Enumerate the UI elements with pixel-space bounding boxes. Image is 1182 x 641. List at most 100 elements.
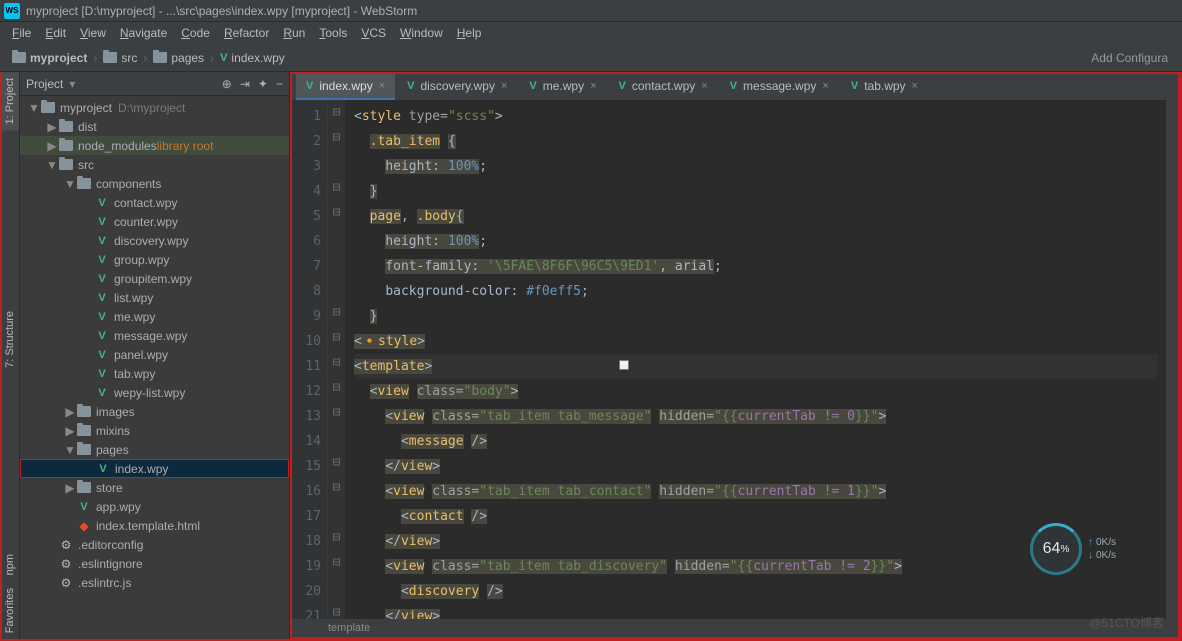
code-line[interactable]: height: 100%; [354, 154, 1158, 179]
tree-twisty[interactable]: ▶ [64, 481, 76, 495]
menu-help[interactable]: Help [451, 24, 488, 42]
menu-tools[interactable]: Tools [313, 24, 353, 42]
code-line[interactable]: } [354, 304, 1158, 329]
tree-row[interactable]: ⚙.eslintrc.js [20, 573, 289, 592]
editor-tab[interactable]: Vcontact.wpy× [609, 74, 718, 100]
editor-tab[interactable]: Vdiscovery.wpy× [397, 74, 517, 100]
tree-row[interactable]: ▼pages [20, 440, 289, 459]
code-line[interactable]: font-family: '\5FAE\8F6F\96C5\9ED1', ari… [354, 254, 1158, 279]
tool----structure[interactable]: 7: Structure [2, 305, 19, 374]
tree-row[interactable]: Vgroupitem.wpy [20, 269, 289, 288]
close-icon[interactable]: × [501, 80, 507, 92]
add-configuration-button[interactable]: Add Configura [1091, 51, 1172, 65]
code-line[interactable]: </view> [354, 604, 1158, 619]
crumb-pages[interactable]: pages [151, 51, 206, 65]
tree-row[interactable]: Vapp.wpy [20, 497, 289, 516]
editor-tab[interactable]: Vindex.wpy× [296, 74, 395, 100]
code-line[interactable]: </view> [354, 454, 1158, 479]
tree-row[interactable]: ▼myprojectD:\myproject [20, 98, 289, 117]
tree-row[interactable]: Vmessage.wpy [20, 326, 289, 345]
vue-icon: V [98, 216, 105, 228]
tree-row[interactable]: Vpanel.wpy [20, 345, 289, 364]
code-line[interactable]: <template> [354, 354, 1158, 379]
editor-tab[interactable]: Vme.wpy× [519, 74, 606, 100]
tree-row[interactable]: Vcounter.wpy [20, 212, 289, 231]
code-line[interactable]: <message /> [354, 429, 1158, 454]
perf-widget[interactable]: 64% 0K/s 0K/s [1030, 521, 1160, 577]
tree-row[interactable]: ▼components [20, 174, 289, 193]
tree-row[interactable]: Vcontact.wpy [20, 193, 289, 212]
menu-view[interactable]: View [74, 24, 112, 42]
tree-twisty[interactable]: ▶ [46, 139, 58, 153]
editor-breadcrumb[interactable]: template [292, 619, 1178, 637]
tree-row[interactable]: ◆index.template.html [20, 516, 289, 535]
code-line[interactable]: background-color: #f0eff5; [354, 279, 1158, 304]
tree-row[interactable]: ▶dist [20, 117, 289, 136]
crumb-project[interactable]: myproject [10, 51, 89, 65]
tree-row[interactable]: Vlist.wpy [20, 288, 289, 307]
tree-row[interactable]: ▼src [20, 155, 289, 174]
code-line[interactable]: <🔸style> [354, 329, 1158, 354]
menu-code[interactable]: Code [175, 24, 216, 42]
tree-row[interactable]: Vindex.wpy [20, 459, 289, 478]
tool-npm[interactable]: npm [2, 548, 19, 581]
tree-twisty[interactable]: ▼ [64, 177, 76, 191]
tree-row[interactable]: Vdiscovery.wpy [20, 231, 289, 250]
tree-row[interactable]: ▶images [20, 402, 289, 421]
tree-row[interactable]: ▶store [20, 478, 289, 497]
close-icon[interactable]: × [379, 80, 385, 92]
tree-label: message.wpy [114, 329, 187, 343]
tree-twisty[interactable]: ▶ [64, 424, 76, 438]
menu-edit[interactable]: Edit [39, 24, 72, 42]
menu-vcs[interactable]: VCS [355, 24, 392, 42]
project-tree[interactable]: ▼myprojectD:\myproject▶dist▶node_modules… [20, 96, 289, 639]
crumb-file[interactable]: Vindex.wpy [218, 51, 287, 65]
tool-favorites[interactable]: Favorites [2, 582, 19, 639]
close-icon[interactable]: × [822, 80, 828, 92]
tree-twisty[interactable]: ▶ [64, 405, 76, 419]
tree-twisty[interactable]: ▼ [28, 101, 40, 115]
tree-row[interactable]: Vtab.wpy [20, 364, 289, 383]
code-line[interactable]: <discovery /> [354, 579, 1158, 604]
crumb-src[interactable]: src [101, 51, 139, 65]
close-icon[interactable]: × [701, 80, 707, 92]
tree-label: .eslintignore [78, 557, 143, 571]
code-line[interactable]: height: 100%; [354, 229, 1158, 254]
tree-row[interactable]: ▶node_moduleslibrary root [20, 136, 289, 155]
hide-panel-icon[interactable]: − [276, 77, 283, 91]
code-line[interactable]: <style type="scss"> [354, 104, 1158, 129]
editor-tab[interactable]: Vmessage.wpy× [720, 74, 839, 100]
tree-twisty[interactable]: ▼ [64, 443, 76, 457]
tree-row[interactable]: ⚙.eslintignore [20, 554, 289, 573]
gear-icon[interactable]: ✦ [258, 77, 268, 91]
collapse-icon[interactable]: ⇥ [240, 77, 250, 91]
fold-column[interactable]: ⊟⊟⊟⊟⊟⊟⊟⊟⊟⊟⊟⊟⊟⊟ [328, 100, 346, 619]
code-line[interactable]: .tab_item { [354, 129, 1158, 154]
tree-twisty[interactable]: ▶ [46, 120, 58, 134]
code-line[interactable]: <view class="body"> [354, 379, 1158, 404]
tree-row[interactable]: Vme.wpy [20, 307, 289, 326]
close-icon[interactable]: × [912, 80, 918, 92]
tool----project[interactable]: 1: Project [2, 72, 19, 130]
menu-window[interactable]: Window [394, 24, 449, 42]
close-icon[interactable]: × [590, 80, 596, 92]
code-line[interactable]: <view class="tab_item tab_contact" hidde… [354, 479, 1158, 504]
menu-navigate[interactable]: Navigate [114, 24, 173, 42]
color-swatch[interactable] [619, 360, 629, 370]
tree-row[interactable]: ▶mixins [20, 421, 289, 440]
tree-row[interactable]: Vgroup.wpy [20, 250, 289, 269]
tree-row[interactable]: ⚙.editorconfig [20, 535, 289, 554]
settings-icon[interactable]: ⊕ [222, 77, 232, 91]
editor-scrollbar[interactable] [1166, 100, 1178, 619]
code-line[interactable]: <view class="tab_item tab_message" hidde… [354, 404, 1158, 429]
chevron-down-icon[interactable]: ▾ [69, 77, 75, 91]
main-area: 1: Project7: StructurenpmFavorites Proje… [0, 72, 1182, 641]
editor-tab[interactable]: Vtab.wpy× [841, 74, 928, 100]
menu-file[interactable]: File [6, 24, 37, 42]
menu-run[interactable]: Run [277, 24, 311, 42]
tree-twisty[interactable]: ▼ [46, 158, 58, 172]
code-line[interactable]: } [354, 179, 1158, 204]
tree-row[interactable]: Vwepy-list.wpy [20, 383, 289, 402]
code-line[interactable]: page, .body{ [354, 204, 1158, 229]
menu-refactor[interactable]: Refactor [218, 24, 275, 42]
